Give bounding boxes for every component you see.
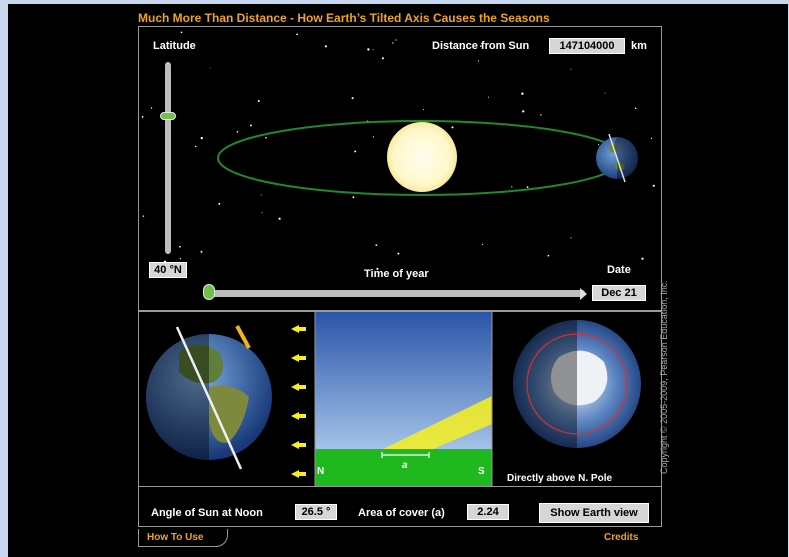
app-title: Much More Than Distance - How Earth’s Ti… bbox=[138, 11, 550, 25]
star bbox=[547, 254, 550, 257]
north-pole-globe bbox=[513, 320, 641, 448]
star bbox=[598, 144, 600, 146]
app-frame: Much More Than Distance - How Earth’s Ti… bbox=[8, 4, 788, 557]
star bbox=[249, 124, 252, 127]
star bbox=[570, 237, 572, 239]
star bbox=[200, 136, 203, 140]
angle-value: 26.5 ° bbox=[295, 504, 337, 520]
detail-panels: N S a Directly above N. Pole bbox=[138, 311, 662, 487]
area-label: Area of cover (a) bbox=[358, 507, 445, 519]
star bbox=[511, 186, 513, 188]
star bbox=[236, 130, 239, 133]
star bbox=[521, 92, 524, 95]
how-to-use-tab[interactable]: How To Use bbox=[138, 529, 228, 547]
star bbox=[650, 137, 653, 139]
time-of-year-label: Time of year bbox=[364, 268, 429, 280]
controls-bar: Angle of Sun at Noon 26.5 ° Area of cove… bbox=[138, 487, 662, 527]
south-marker: S bbox=[478, 466, 485, 477]
star bbox=[372, 136, 375, 138]
star bbox=[352, 196, 355, 199]
star bbox=[261, 212, 263, 214]
latitude-value: 40 °N bbox=[149, 262, 187, 278]
time-of-year-slider-thumb[interactable] bbox=[203, 284, 215, 300]
star bbox=[451, 126, 454, 129]
time-of-year-slider-track[interactable] bbox=[205, 290, 585, 297]
side-view-earth bbox=[146, 325, 272, 470]
star bbox=[652, 184, 655, 187]
star bbox=[351, 97, 354, 100]
distance-value: 147104000 bbox=[549, 38, 625, 54]
orbit-panel: Latitude 40 °N Distance from Sun 1471040… bbox=[138, 26, 662, 311]
slider-arrow-icon bbox=[580, 288, 587, 300]
star bbox=[372, 49, 374, 50]
star bbox=[200, 250, 203, 253]
sun bbox=[387, 122, 457, 192]
latitude-slider-thumb[interactable] bbox=[160, 111, 176, 120]
star bbox=[265, 136, 267, 139]
star bbox=[209, 67, 211, 69]
latitude-slider-track[interactable] bbox=[165, 62, 171, 254]
star bbox=[634, 107, 637, 109]
star bbox=[381, 57, 384, 60]
date-value: Dec 21 bbox=[592, 285, 646, 301]
star bbox=[150, 107, 153, 109]
star bbox=[604, 92, 606, 94]
star bbox=[141, 116, 144, 118]
star bbox=[540, 114, 542, 116]
pole-view-caption: Directly above N. Pole bbox=[507, 473, 613, 484]
date-label: Date bbox=[607, 264, 631, 276]
distance-label: Distance from Sun bbox=[432, 40, 530, 52]
how-to-use-link[interactable]: How To Use bbox=[147, 532, 203, 543]
star bbox=[397, 252, 400, 255]
star bbox=[257, 99, 260, 103]
latitude-label: Latitude bbox=[153, 40, 196, 52]
star bbox=[477, 60, 480, 62]
star bbox=[375, 244, 378, 246]
star bbox=[179, 245, 181, 248]
star bbox=[522, 110, 525, 113]
star bbox=[296, 33, 298, 36]
show-earth-view-button[interactable]: Show Earth view bbox=[539, 503, 649, 523]
star bbox=[260, 194, 262, 196]
star bbox=[481, 243, 483, 245]
angle-label: Angle of Sun at Noon bbox=[151, 507, 263, 519]
star bbox=[392, 42, 394, 44]
star bbox=[218, 202, 221, 205]
detail-svg bbox=[146, 312, 641, 486]
sunlight-arrows bbox=[291, 325, 306, 478]
star bbox=[367, 48, 370, 51]
star bbox=[278, 217, 281, 220]
copyright-text: Copyright © 2005-2009, Pearson Education… bbox=[659, 280, 669, 474]
area-marker: a bbox=[402, 460, 408, 471]
star bbox=[324, 45, 327, 48]
star bbox=[142, 215, 145, 217]
star bbox=[487, 96, 489, 98]
star bbox=[179, 258, 181, 260]
distance-unit: km bbox=[631, 40, 647, 52]
star bbox=[641, 257, 644, 260]
area-value: 2.24 bbox=[467, 504, 509, 520]
star bbox=[422, 109, 425, 111]
star bbox=[570, 68, 572, 70]
credits-link[interactable]: Credits bbox=[604, 532, 638, 543]
star bbox=[395, 39, 397, 41]
star bbox=[354, 150, 357, 153]
star bbox=[526, 186, 529, 188]
north-marker: N bbox=[317, 466, 325, 477]
star bbox=[194, 145, 197, 148]
star bbox=[180, 31, 183, 34]
